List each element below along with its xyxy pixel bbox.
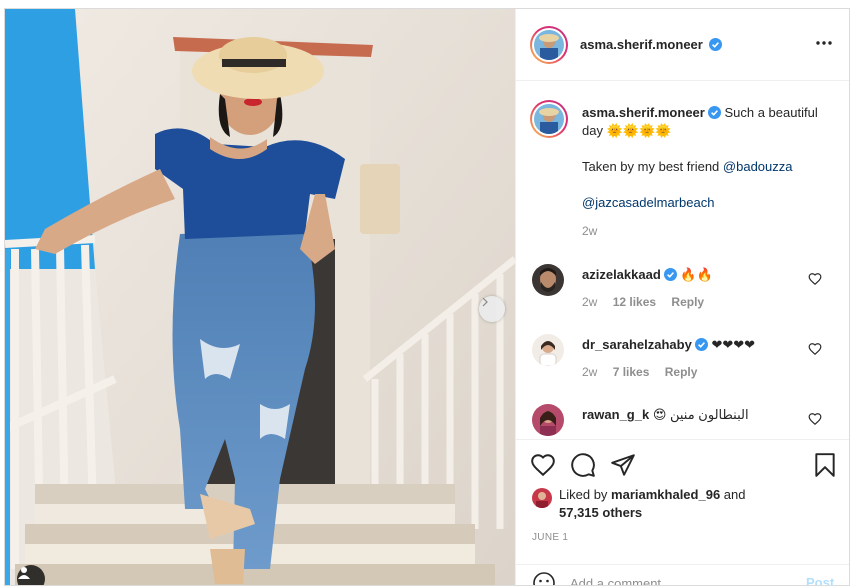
chevron-right-icon — [482, 297, 489, 307]
author-avatar[interactable] — [530, 26, 568, 64]
post-modal: asma.sherif.moneer asma.sherif.moneer Su… — [4, 8, 850, 586]
post-photo[interactable] — [5, 9, 515, 585]
liked-user-avatar[interactable] — [532, 488, 552, 508]
reply-button[interactable]: Reply — [665, 365, 698, 379]
liked-user-avatar-image — [532, 488, 552, 508]
caption-username[interactable]: asma.sherif.moneer — [582, 105, 705, 120]
likes-count[interactable]: 57,315 others — [559, 505, 642, 520]
reply-button[interactable]: Reply — [671, 295, 704, 309]
caption-line-2: Taken by my best friend @badouzza — [582, 158, 832, 176]
post-actions: Liked by mariamkhaled_96 and 57,315 othe… — [516, 439, 849, 586]
comment-item: rawan_g_k البنطالون منين 😍 — [532, 404, 836, 438]
caption-age[interactable]: 2w — [582, 222, 832, 240]
verified-badge-icon — [663, 268, 677, 281]
comment-meta: 2w 7 likes Reply — [582, 365, 709, 379]
add-comment-bar: Post — [516, 564, 849, 586]
tagged-users-button[interactable] — [17, 565, 45, 585]
verified-badge-icon — [707, 106, 721, 119]
comment-text: ❤❤❤❤ — [711, 337, 756, 352]
commenter-avatar[interactable] — [532, 264, 564, 296]
comment-likes[interactable]: 12 likes — [613, 295, 656, 309]
liked-by-prefix: Liked by — [559, 487, 608, 502]
comment-age[interactable]: 2w — [582, 365, 597, 379]
verified-badge-icon — [694, 338, 708, 351]
next-photo-button[interactable] — [479, 296, 505, 322]
smiley-icon[interactable] — [532, 571, 556, 586]
comment-username[interactable]: rawan_g_k — [582, 407, 649, 422]
more-options-button[interactable] — [812, 35, 836, 51]
heart-icon[interactable] — [808, 272, 822, 286]
post-details-panel: asma.sherif.moneer asma.sherif.moneer Su… — [515, 9, 849, 586]
author-username[interactable]: asma.sherif.moneer — [580, 37, 703, 52]
comment-meta: 2w 12 likes Reply — [582, 295, 716, 309]
comment-text: البنطالون منين 😍 — [652, 407, 749, 422]
comment-text: 🔥🔥 — [680, 267, 713, 282]
mention-badouzza[interactable]: @badouzza — [723, 159, 793, 174]
comments-list[interactable]: asma.sherif.moneer Such a beautiful day … — [516, 82, 849, 438]
post-header: asma.sherif.moneer — [516, 9, 849, 81]
comment-username[interactable]: azizelakkaad — [582, 267, 661, 282]
comment-likes[interactable]: 7 likes — [613, 365, 650, 379]
photo-illustration — [5, 9, 515, 585]
liked-by: Liked by mariamkhaled_96 and 57,315 othe… — [532, 486, 832, 522]
comment-body: dr_sarahelzahaby ❤❤❤❤ — [582, 336, 812, 354]
caption-line-2-text: Taken by my best friend — [582, 159, 720, 174]
caption-avatar-image — [534, 104, 564, 134]
user-tag-icon — [18, 567, 30, 579]
heart-icon[interactable] — [808, 412, 822, 426]
liked-by-text: Liked by mariamkhaled_96 and 57,315 othe… — [559, 486, 829, 522]
bookmark-icon[interactable] — [812, 452, 838, 478]
comment-item: dr_sarahelzahaby ❤❤❤❤ 2w 7 likes Reply — [532, 334, 836, 384]
heart-icon[interactable] — [530, 452, 556, 478]
caption-author-avatar[interactable] — [530, 100, 568, 138]
paper-plane-icon[interactable] — [610, 452, 636, 478]
comment-username[interactable]: dr_sarahelzahaby — [582, 337, 692, 352]
comment-icon[interactable] — [570, 452, 596, 478]
comment-input[interactable] — [570, 573, 790, 585]
commenter-avatar-image — [532, 264, 564, 296]
post-comment-button[interactable]: Post — [806, 575, 834, 585]
post-date[interactable]: JUNE 1 — [532, 532, 568, 543]
commenter-avatar-image — [532, 404, 564, 436]
author-avatar-image — [534, 30, 564, 60]
comment-age[interactable]: 2w — [582, 295, 597, 309]
liked-by-user[interactable]: mariamkhaled_96 — [611, 487, 720, 502]
comment-body: azizelakkaad 🔥🔥 — [582, 266, 812, 284]
comment-item: azizelakkaad 🔥🔥 2w 12 likes Reply — [532, 264, 836, 314]
commenter-avatar-image — [532, 334, 564, 366]
verified-badge-icon — [709, 38, 723, 51]
caption: asma.sherif.moneer Such a beautiful day … — [582, 104, 832, 240]
commenter-avatar[interactable] — [532, 404, 564, 436]
author-name-row: asma.sherif.moneer — [580, 37, 723, 52]
heart-icon[interactable] — [808, 342, 822, 356]
commenter-avatar[interactable] — [532, 334, 564, 366]
liked-by-and: and — [723, 487, 746, 502]
mention-jazcasadelmarbeach[interactable]: @jazcasadelmarbeach — [582, 195, 714, 210]
comment-body: rawan_g_k البنطالون منين 😍 — [582, 406, 812, 424]
more-horizontal-icon — [816, 41, 832, 45]
